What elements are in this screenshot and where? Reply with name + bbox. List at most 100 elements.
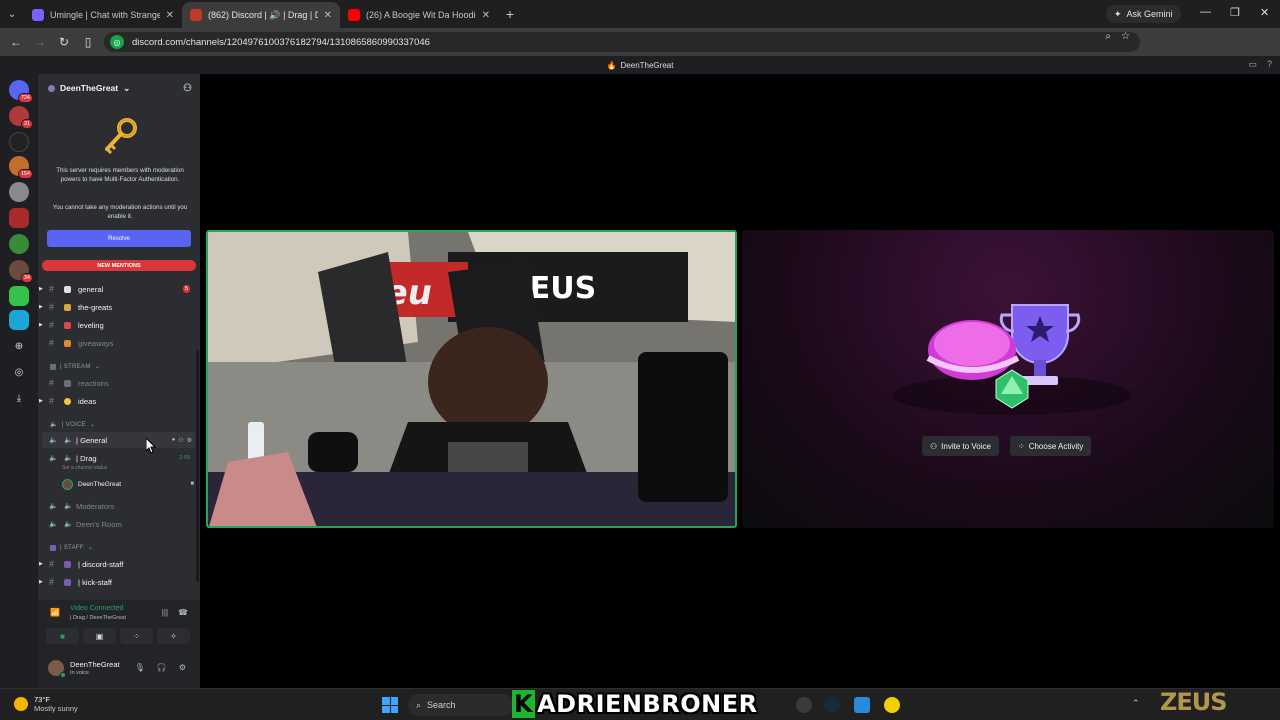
avatar[interactable] [48, 660, 66, 678]
server-icon[interactable] [9, 182, 29, 202]
voice-channel-moderators[interactable]: 🔈 🔈 Moderators [38, 498, 198, 514]
download-icon[interactable]: ⤓ [9, 388, 29, 408]
microphone-icon[interactable]: 🎙 [135, 663, 145, 672]
signal-strength-icon[interactable]: 📶 [50, 608, 60, 617]
channel-name: | General [76, 435, 108, 445]
window-title: DeenTheGreat [620, 60, 674, 70]
avatar [62, 478, 73, 490]
mention-badge: 31 [20, 119, 33, 129]
voice-channel-deens-room[interactable]: 🔈 🔈 Deen's Room [38, 516, 198, 532]
channel-general[interactable]: ▶ # general 5 [38, 281, 198, 297]
category-label: | STREAM [60, 363, 91, 370]
tray-chevron-up-icon[interactable]: ⌃ [1132, 698, 1140, 709]
new-mentions-pill[interactable]: NEW MENTIONS [42, 260, 196, 271]
voice-channel-drag[interactable]: 🔈 🔈 | Drag 2:09 [38, 450, 198, 466]
soundboard-button[interactable]: ✧ [157, 628, 190, 644]
server-icon[interactable]: 34 [9, 260, 33, 283]
settings-gear-icon[interactable]: ⚙ [187, 437, 192, 444]
tab-umingle[interactable]: Umingle | Chat with Strangers N ✕ [24, 2, 182, 28]
invite-people-icon[interactable]: ⚇ [183, 83, 192, 94]
invite-to-voice-button[interactable]: ⚇ Invite to Voice [922, 436, 999, 456]
category-icon [50, 544, 56, 551]
channel-kick-staff[interactable]: ▶ # | kick-staff [38, 574, 198, 590]
close-tab-icon[interactable]: ✕ [482, 10, 490, 21]
weather-widget[interactable]: 73°F Mostly sunny [14, 695, 78, 713]
sidebar-scrollbar[interactable] [196, 350, 199, 582]
disconnect-icon[interactable]: ☎ [178, 608, 188, 617]
restore-icon[interactable]: ❐ [1230, 6, 1240, 19]
headphones-icon[interactable]: 🎧 [157, 663, 167, 672]
site-info-icon[interactable]: ◎ [110, 35, 124, 49]
voice-channel-path[interactable]: | Drag / DeenTheGreat [70, 615, 126, 621]
member-name: DeenTheGreat [78, 480, 121, 488]
chat-bubble-icon[interactable]: ● [172, 437, 176, 444]
tab-title: Umingle | Chat with Strangers N [50, 10, 160, 20]
resolve-button[interactable]: Resolve [47, 230, 191, 247]
new-tab-icon[interactable]: + [498, 6, 522, 22]
staff-icon [64, 560, 71, 568]
obs-icon[interactable] [796, 697, 812, 713]
speaker-icon: 🔈 [49, 503, 58, 510]
category-staff[interactable]: | STAFF ⌄ [50, 544, 93, 551]
video-tile-deenthegreat[interactable]: zeu ZEUS [206, 230, 737, 528]
discord-favicon-icon [190, 9, 202, 21]
screen-share-button[interactable]: ▣ [83, 628, 116, 644]
side-panel-icon[interactable]: ▯ [76, 35, 100, 49]
unread-indicator-icon: ▶ [39, 304, 43, 310]
set-channel-status-link[interactable]: Set a channel status [62, 465, 107, 471]
tab-youtube[interactable]: (26) A Boogie Wit Da Hoodie - ✕ [340, 2, 498, 28]
category-voice[interactable]: 🔈 | VOICE ⌄ [50, 420, 95, 429]
channel-leveling[interactable]: ▶ # leveling [38, 317, 198, 333]
reload-icon[interactable]: ↻ [52, 35, 76, 49]
activities-button[interactable]: ⁘ [120, 628, 153, 644]
channel-discord-staff[interactable]: ▶ # | discord-staff [38, 556, 198, 572]
voice-status-text[interactable]: Video Connected [70, 605, 124, 612]
server-icon[interactable] [9, 132, 29, 152]
tab-discord[interactable]: (862) Discord | 🔊 | Drag | D ✕ [182, 2, 340, 28]
direct-messages-icon[interactable]: 724 [9, 80, 33, 103]
server-icon[interactable] [9, 208, 29, 228]
category-stream[interactable]: | STREAM ⌄ [50, 363, 100, 370]
camera-toggle-button[interactable]: ■ [46, 628, 79, 644]
category-label: | VOICE [61, 420, 86, 428]
back-icon[interactable]: ← [4, 35, 28, 49]
server-icon[interactable] [9, 310, 29, 330]
add-server-icon[interactable]: ⊕ [9, 336, 29, 356]
windows-start-icon[interactable] [382, 697, 398, 713]
server-name-header[interactable]: DeenTheGreat ⌄ ⚇ [38, 74, 200, 102]
explore-compass-icon[interactable]: ◎ [9, 362, 29, 382]
url-bar[interactable]: ◎ discord.com/channels/12049761003761827… [104, 32, 1140, 52]
taskbar-search[interactable]: ⌕ Search [408, 694, 514, 716]
steam-icon[interactable] [824, 697, 840, 713]
help-icon[interactable]: ? [1267, 59, 1272, 70]
server-icon[interactable]: 31 [9, 106, 33, 129]
forward-icon[interactable]: → [28, 35, 52, 49]
voice-channel-general[interactable]: 🔈 🔈 | General ● ⚇ ⚙ [42, 432, 196, 448]
app-icon[interactable] [854, 697, 870, 713]
channel-the-greats[interactable]: ▶ # the-greats [38, 299, 198, 315]
server-icon[interactable]: 154 [9, 156, 33, 179]
channel-reactions[interactable]: # reactions [38, 375, 198, 391]
voice-member[interactable]: DeenTheGreat ■ [62, 477, 196, 491]
settings-gear-icon[interactable]: ⚙ [179, 663, 186, 672]
tab-list-chevron-icon[interactable]: ⌄ [0, 0, 24, 28]
minimize-icon[interactable]: — [1200, 6, 1211, 18]
channel-giveaways[interactable]: # giveaways [38, 335, 198, 351]
close-tab-icon[interactable]: ✕ [166, 10, 174, 21]
norton-icon[interactable] [884, 697, 900, 713]
close-tab-icon[interactable]: ✕ [324, 10, 332, 21]
ask-gemini-button[interactable]: ✦ Ask Gemini [1106, 5, 1181, 23]
noise-suppression-icon[interactable]: ||| [162, 608, 168, 617]
bookmark-star-icon[interactable]: ☆ [1121, 31, 1130, 42]
add-person-icon: ⚇ [930, 441, 938, 451]
server-icon[interactable] [9, 234, 29, 254]
inbox-icon[interactable]: ▭ [1248, 59, 1257, 70]
username[interactable]: DeenTheGreat [70, 660, 120, 669]
server-icon[interactable] [9, 286, 29, 306]
choose-activity-button[interactable]: ⁘ Choose Activity [1010, 436, 1092, 456]
zoom-icon[interactable]: ⌕ [1105, 31, 1111, 42]
voice-elapsed-time: 2:09 [179, 455, 190, 461]
invite-icon[interactable]: ⚇ [178, 437, 183, 444]
close-window-icon[interactable]: ✕ [1260, 6, 1269, 19]
channel-ideas[interactable]: ▶ # ideas [38, 393, 198, 409]
